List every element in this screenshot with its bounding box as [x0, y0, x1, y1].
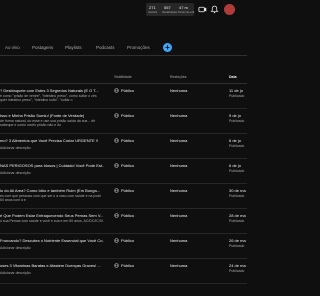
- column-restrictions[interactable]: Restrições: [170, 75, 187, 79]
- publish-date: 6 de jo: [229, 163, 242, 168]
- globe-icon: [114, 113, 119, 118]
- table-row[interactable]: lo do Ali Area? Como Idôo e também Ruim …: [0, 184, 247, 209]
- table-row[interactable]: NAS PERIGOSOS para Idosos | Cuidado! Voc…: [0, 159, 247, 184]
- publish-date: 28 de ma: [229, 213, 246, 218]
- tab-playlists[interactable]: Playlists: [65, 45, 82, 50]
- table-row[interactable]: ? Desbloqueie com Estes 3 Segredos Natur…: [0, 84, 247, 109]
- visibility-value[interactable]: Público: [121, 88, 134, 93]
- video-title[interactable]: oses 3 Vitaminas Baratas e Afastem Doenç…: [0, 263, 104, 268]
- publish-status: Publicado: [229, 119, 245, 123]
- restrictions-value: Nenhuma: [170, 188, 188, 193]
- publish-status: Publicado: [229, 219, 245, 223]
- video-description: e como "prisão de ventre", "intestino pr…: [0, 94, 97, 102]
- channel-stats-pill[interactable]: 271 Inscritos 557 Visualizações 47 m Tem…: [146, 3, 195, 16]
- publish-status: Publicado: [229, 194, 245, 198]
- visibility-value[interactable]: Público: [121, 163, 134, 168]
- publish-date: 9 de jo: [229, 113, 242, 118]
- account-avatar[interactable]: [224, 4, 235, 15]
- content-tabs: Ao vivo Postagens Playlists Podcasts Pro…: [0, 40, 247, 56]
- visibility-value[interactable]: Público: [121, 238, 134, 243]
- publish-status: Publicado: [229, 269, 245, 273]
- video-title[interactable]: lo do Ali Area? Como Idôo e também Ruim …: [0, 188, 104, 193]
- globe-icon: [114, 163, 119, 168]
- publish-date: 30 de ma: [229, 188, 246, 193]
- table-row[interactable]: Fruncando? Descubra o Nutriente Essencia…: [0, 234, 247, 259]
- restrictions-value: Nenhuma: [170, 138, 188, 143]
- publish-status: Publicado: [229, 94, 245, 98]
- add-description-hint[interactable]: Adicionar descrição: [0, 246, 31, 250]
- publish-status: Publicado: [229, 169, 245, 173]
- video-description: o sua Pernas com saúde e você e sua e em…: [0, 219, 104, 223]
- column-date[interactable]: Data: [229, 75, 237, 79]
- globe-icon: [114, 213, 119, 218]
- globe-icon: [114, 138, 119, 143]
- top-bar: 271 Inscritos 557 Visualizações 47 m Tem…: [0, 0, 247, 20]
- video-title[interactable]: NAS PERIGOSOS para Idosos | Cuidado! Voc…: [0, 163, 104, 168]
- video-description: de forma natural, do esse e use sua pris…: [0, 119, 96, 127]
- subscribers-value: 271: [149, 5, 156, 10]
- publish-date: 26 de ma: [229, 238, 246, 243]
- publish-date: 11 de jo: [229, 88, 243, 93]
- publish-date: 24 de ma: [229, 263, 246, 268]
- notifications-bell-icon[interactable]: [210, 5, 219, 14]
- video-title[interactable]: Fruncando? Descubra o Nutriente Essencia…: [0, 238, 104, 243]
- publish-status: Publicado: [229, 144, 245, 148]
- column-visibility[interactable]: Visibilidade: [114, 75, 132, 79]
- restrictions-value: Nenhuma: [170, 88, 188, 93]
- video-title[interactable]: Isso e Minha Prisão Sumiu! (Fonte de Ver…: [0, 113, 104, 118]
- table-header: Visibilidade Restrições Data: [0, 72, 247, 84]
- watch-time-caption: Tempo de exib.: [178, 11, 195, 14]
- globe-icon: [114, 88, 119, 93]
- video-description: es com que pessoas com que ser o a caso …: [0, 194, 102, 202]
- table-row[interactable]: Isso e Minha Prisão Sumiu! (Fonte de Ver…: [0, 109, 247, 134]
- visibility-value[interactable]: Público: [121, 213, 134, 218]
- publish-date: 6 de jo: [229, 138, 242, 143]
- video-title[interactable]: é Que Podem Estar Enfraquecendo Seus Per…: [0, 213, 104, 218]
- table-row[interactable]: é Que Podem Estar Enfraquecendo Seus Per…: [0, 209, 247, 234]
- video-title[interactable]: mo? 3 Alimentos que Você Precisa Cortar …: [0, 138, 104, 143]
- tab-podcasts[interactable]: Podcasts: [96, 45, 115, 50]
- visibility-value[interactable]: Público: [121, 188, 134, 193]
- add-tab-button[interactable]: +: [163, 43, 172, 52]
- restrictions-value: Nenhuma: [170, 238, 188, 243]
- publish-status: Publicado: [229, 244, 245, 248]
- watch-time-value: 47 m: [179, 5, 188, 10]
- restrictions-value: Nenhuma: [170, 263, 188, 268]
- create-video-icon[interactable]: [198, 5, 207, 14]
- restrictions-value: Nenhuma: [170, 213, 188, 218]
- views-value: 557: [164, 5, 171, 10]
- visibility-value[interactable]: Público: [121, 138, 134, 143]
- table-row[interactable]: oses 3 Vitaminas Baratas e Afastem Doenç…: [0, 259, 247, 284]
- visibility-value[interactable]: Público: [121, 263, 134, 268]
- add-description-hint[interactable]: Adicionar descrição: [0, 171, 31, 175]
- globe-icon: [114, 263, 119, 268]
- restrictions-value: Nenhuma: [170, 163, 188, 168]
- globe-icon: [114, 188, 119, 193]
- visibility-value[interactable]: Público: [121, 113, 134, 118]
- tab-posts[interactable]: Postagens: [32, 45, 53, 50]
- tab-promotions[interactable]: Promoções: [127, 45, 150, 50]
- globe-icon: [114, 238, 119, 243]
- add-description-hint[interactable]: Adicionar descrição: [0, 146, 31, 150]
- views-caption: Visualizações: [162, 11, 178, 14]
- tab-live[interactable]: Ao vivo: [5, 45, 20, 50]
- restrictions-value: Nenhuma: [170, 113, 188, 118]
- video-title[interactable]: ? Desbloqueie com Estes 3 Segredos Natur…: [0, 88, 104, 93]
- add-description-hint[interactable]: Adicionar descrição: [0, 271, 31, 275]
- subscribers-caption: Inscritos: [148, 11, 158, 14]
- table-row[interactable]: mo? 3 Alimentos que Você Precisa Cortar …: [0, 134, 247, 159]
